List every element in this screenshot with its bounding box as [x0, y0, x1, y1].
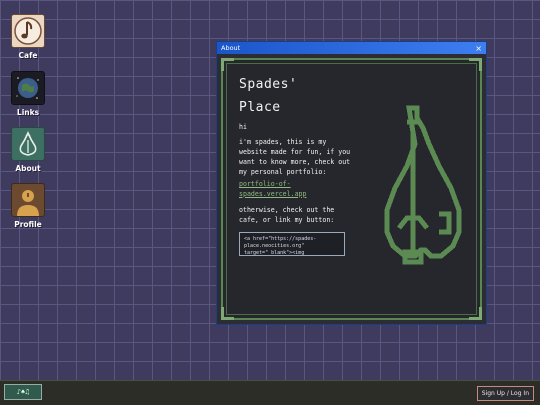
about-text: Spades' Place hi i'm spades, this is my … [239, 74, 351, 256]
intro-text: i'm spades, this is my website made for … [239, 138, 351, 177]
start-button[interactable]: ♪♠♫ [4, 384, 42, 400]
start-button-icons: ♪♠♫ [16, 388, 30, 396]
user-avatar-icon [11, 183, 45, 217]
page-title: Spades' Place [239, 74, 351, 120]
close-icon[interactable]: × [475, 44, 482, 53]
pear-illustration [384, 105, 462, 265]
button-code-box[interactable]: <a href="https://spades-place.neocities.… [239, 231, 345, 256]
pear-icon [11, 127, 45, 161]
desktop-icon-profile[interactable]: Profile [10, 183, 46, 229]
globe-icon [11, 71, 45, 105]
desktop-icon-label: About [15, 164, 41, 173]
desktop-icon-about[interactable]: About [10, 127, 46, 173]
frame-corner-ornament [469, 307, 482, 320]
window-title: About [221, 44, 241, 52]
greeting-text: hi [239, 122, 247, 131]
signup-login-button[interactable]: Sign Up / Log In [476, 386, 534, 401]
window-content: Spades' Place hi i'm spades, this is my … [221, 58, 482, 320]
outro-text: otherwise, check out the cafe, or link m… [239, 205, 335, 224]
frame-corner-ornament [221, 307, 234, 320]
title-line-2: Place [239, 99, 281, 115]
frame-corner-ornament [221, 58, 234, 71]
frame-corner-ornament [469, 58, 482, 71]
music-note-icon [11, 14, 45, 48]
desktop-icon-links[interactable]: Links [10, 71, 46, 117]
taskbar: ♪♠♫ Sign Up / Log In [0, 380, 540, 405]
about-window[interactable]: About × Spades' Place hi i'm spades, thi… [216, 41, 487, 325]
desktop-icon-cafe[interactable]: Cafe [10, 14, 46, 60]
portfolio-link[interactable]: portfolio-of-spades.vercel.app [239, 180, 351, 200]
desktop-icon-label: Profile [14, 220, 42, 229]
title-line-1: Spades' [239, 77, 298, 92]
desktop-icon-label: Links [16, 108, 40, 117]
window-titlebar[interactable]: About × [217, 42, 486, 54]
desktop-icon-label: Cafe [18, 51, 38, 60]
